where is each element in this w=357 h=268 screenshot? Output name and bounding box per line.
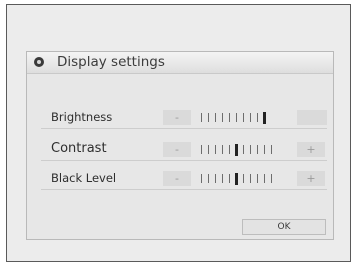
slider-tick bbox=[257, 113, 258, 122]
brightness-slider[interactable] bbox=[201, 112, 293, 124]
dialog-titlebar: Display settings bbox=[27, 52, 333, 74]
display-screen: Display settings Brightness - Contrast -… bbox=[6, 4, 351, 262]
slider-tick bbox=[243, 174, 244, 183]
slider-tick bbox=[257, 174, 258, 183]
slider-thumb bbox=[235, 144, 238, 156]
black-level-slider[interactable] bbox=[201, 173, 293, 185]
slider-tick bbox=[215, 113, 216, 122]
contrast-row: Contrast - + bbox=[41, 140, 327, 161]
slider-tick bbox=[243, 145, 244, 154]
settings-icon bbox=[34, 57, 44, 67]
slider-thumb bbox=[263, 112, 266, 124]
slider-tick bbox=[208, 145, 209, 154]
slider-tick bbox=[243, 113, 244, 122]
slider-tick bbox=[271, 174, 272, 183]
black-level-decrease-button[interactable]: - bbox=[163, 171, 191, 186]
ok-button[interactable]: OK bbox=[242, 219, 326, 235]
brightness-increase-button[interactable] bbox=[297, 110, 327, 125]
slider-tick bbox=[264, 145, 265, 154]
slider-tick bbox=[222, 113, 223, 122]
slider-tick bbox=[222, 174, 223, 183]
slider-tick bbox=[215, 145, 216, 154]
slider-tick bbox=[271, 145, 272, 154]
slider-tick bbox=[250, 145, 251, 154]
slider-tick bbox=[257, 145, 258, 154]
display-settings-dialog: Display settings Brightness - Contrast -… bbox=[26, 51, 334, 240]
slider-tick bbox=[236, 113, 237, 122]
slider-tick bbox=[201, 145, 202, 154]
slider-tick bbox=[250, 113, 251, 122]
contrast-increase-button[interactable]: + bbox=[297, 142, 325, 157]
slider-tick bbox=[222, 145, 223, 154]
brightness-row: Brightness - bbox=[41, 108, 327, 129]
slider-tick bbox=[229, 174, 230, 183]
slider-thumb bbox=[235, 173, 238, 185]
slider-tick bbox=[201, 174, 202, 183]
slider-tick bbox=[208, 174, 209, 183]
slider-tick bbox=[201, 113, 202, 122]
slider-tick bbox=[208, 113, 209, 122]
brightness-label: Brightness bbox=[51, 110, 113, 124]
brightness-decrease-button[interactable]: - bbox=[163, 110, 191, 125]
black-level-label: Black Level bbox=[51, 171, 117, 185]
slider-tick bbox=[264, 174, 265, 183]
contrast-decrease-button[interactable]: - bbox=[163, 142, 191, 157]
contrast-label: Contrast bbox=[51, 141, 107, 156]
slider-tick bbox=[250, 174, 251, 183]
black-level-increase-button[interactable]: + bbox=[297, 171, 325, 186]
contrast-slider[interactable] bbox=[201, 144, 293, 156]
slider-tick bbox=[215, 174, 216, 183]
black-level-row: Black Level - + bbox=[41, 169, 327, 190]
slider-tick bbox=[229, 113, 230, 122]
dialog-title: Display settings bbox=[57, 54, 165, 70]
slider-tick bbox=[229, 145, 230, 154]
